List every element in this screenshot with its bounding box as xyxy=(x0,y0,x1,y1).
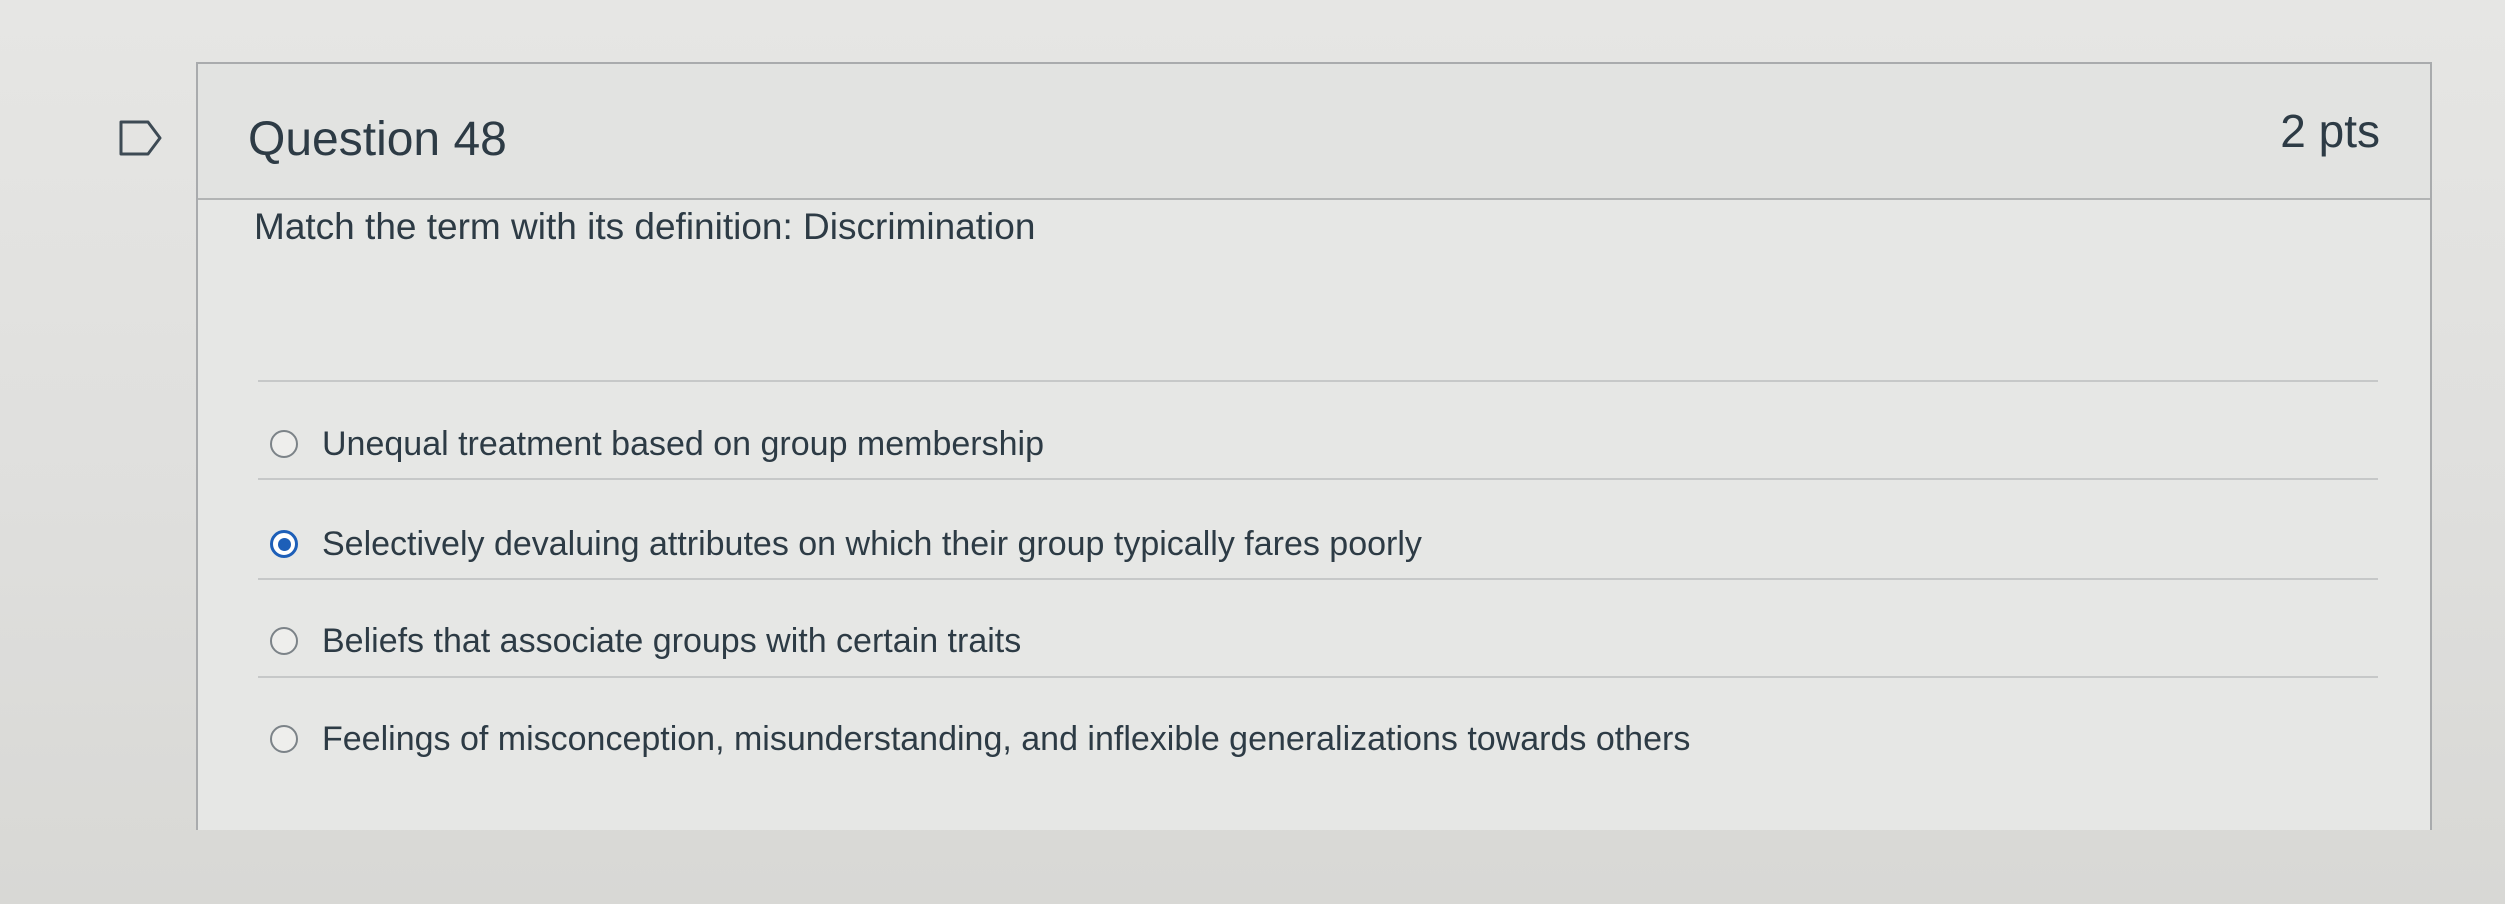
radio-unselected-icon[interactable] xyxy=(270,627,298,655)
answer-label: Selectively devaluing attributes on whic… xyxy=(322,524,1422,563)
divider xyxy=(258,676,2378,678)
question-title: Question 48 xyxy=(248,113,507,166)
divider xyxy=(258,380,2378,382)
answer-label: Unequal treatment based on group members… xyxy=(322,424,1044,463)
answer-option[interactable]: Selectively devaluing attributes on whic… xyxy=(270,519,1422,569)
radio-unselected-icon[interactable] xyxy=(270,725,298,753)
divider xyxy=(258,578,2378,580)
question-header: Question 48 2 pts xyxy=(198,64,2430,200)
answer-option[interactable]: Unequal treatment based on group members… xyxy=(270,419,1044,469)
radio-unselected-icon[interactable] xyxy=(270,430,298,458)
radio-selected-icon[interactable] xyxy=(270,530,298,558)
answer-label: Beliefs that associate groups with certa… xyxy=(322,621,1022,660)
question-text: Match the term with its definition: Disc… xyxy=(254,206,1036,247)
question-points: 2 pts xyxy=(2280,105,2380,157)
flag-question-icon[interactable] xyxy=(118,118,164,158)
answer-label: Feelings of misconception, misunderstand… xyxy=(322,719,1691,758)
answer-option[interactable]: Beliefs that associate groups with certa… xyxy=(270,616,1021,666)
answer-option[interactable]: Feelings of misconception, misunderstand… xyxy=(270,714,1690,764)
divider xyxy=(258,478,2378,480)
question-card: Question 48 2 pts Match the term with it… xyxy=(196,62,2432,830)
